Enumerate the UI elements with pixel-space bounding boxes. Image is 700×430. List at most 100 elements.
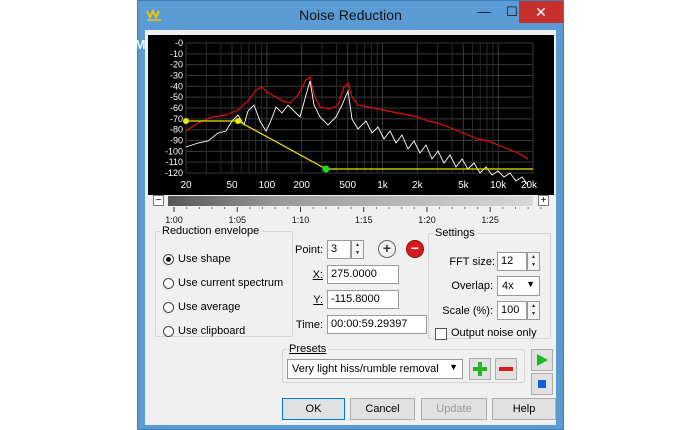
overlap-value: 4x bbox=[502, 280, 514, 292]
spectrum-svg[interactable]: -0-10-20-30-40-50-60-70-80-90-100-110-12… bbox=[148, 35, 554, 195]
ok-button[interactable]: OK bbox=[282, 398, 345, 420]
y-tick-label: -10 bbox=[170, 49, 183, 59]
chevron-down-icon: ▼ bbox=[449, 362, 458, 372]
y-tick-label: -0 bbox=[175, 38, 183, 48]
radio-use-current-spectrum[interactable]: Use current spectrum bbox=[163, 276, 283, 290]
spectrum-graph[interactable]: -0 -10 -20 -30 -40 -50 -60 -70 -80 -90 -100 -110 -12… bbox=[148, 35, 554, 195]
cancel-button[interactable]: Cancel bbox=[350, 398, 415, 420]
y-label: Y: bbox=[313, 294, 323, 306]
x-label: X: bbox=[312, 269, 323, 281]
timeline-tick-label: 1:15 bbox=[355, 215, 373, 225]
play-icon bbox=[537, 354, 548, 366]
close-button[interactable]: ✕ bbox=[519, 1, 563, 23]
timeline-ruler[interactable]: − ▼ + 1:001:051:101:151:201:25 bbox=[148, 195, 554, 229]
envelope-point[interactable] bbox=[235, 118, 241, 124]
watermark-subtitle: اولین دانشنامه نرم افزار ایران bbox=[18, 54, 131, 64]
radio-use-average[interactable]: Use average bbox=[163, 300, 240, 314]
reduction-envelope-legend: Reduction envelope bbox=[162, 225, 260, 237]
presets-value: Very light hiss/rumble removal bbox=[292, 363, 439, 375]
minimize-button[interactable]: — bbox=[469, 1, 499, 23]
radio-label: Use average bbox=[178, 301, 241, 313]
x-tick-label: 500 bbox=[339, 180, 356, 191]
x-tick-label: 50 bbox=[226, 180, 238, 191]
timeline-track[interactable] bbox=[168, 196, 533, 206]
radio-label: Use current spectrum bbox=[178, 277, 284, 289]
radio-dot[interactable] bbox=[163, 277, 174, 289]
timeline-tick-label: 1:20 bbox=[418, 215, 436, 225]
spectrum-y-ticks: -0-10-20-30-40-50-60-70-80-90-100-110-12… bbox=[165, 38, 183, 178]
dialog-client-area: -0 -10 -20 -30 -40 -50 -60 -70 -80 -90 -100 -110 -12… bbox=[145, 30, 556, 425]
scale-label: Scale (%): bbox=[442, 305, 493, 317]
settings-legend: Settings bbox=[435, 227, 475, 239]
fft-size-label: FFT size: bbox=[449, 256, 495, 268]
x-field[interactable]: 275.0000 bbox=[327, 265, 399, 284]
y-tick-label: -30 bbox=[170, 71, 183, 81]
y-tick-label: -90 bbox=[170, 136, 183, 146]
add-point-button[interactable]: + bbox=[378, 240, 396, 258]
radio-label: Use shape bbox=[178, 253, 231, 265]
overlap-label: Overlap: bbox=[451, 280, 493, 292]
remove-point-button[interactable]: − bbox=[406, 240, 424, 258]
output-noise-checkbox[interactable] bbox=[435, 328, 447, 340]
x-tick-label: 10k bbox=[490, 180, 507, 191]
remove-preset-button[interactable] bbox=[495, 358, 517, 380]
envelope-point[interactable] bbox=[183, 118, 189, 124]
point-label: Point: bbox=[295, 244, 324, 256]
y-tick-label: -120 bbox=[165, 168, 183, 178]
timeline-tick-label: 1:05 bbox=[228, 215, 246, 225]
radio-dot[interactable] bbox=[163, 325, 174, 337]
radio-dot[interactable] bbox=[163, 253, 174, 265]
point-spinner[interactable]: ▲ ▼ bbox=[351, 240, 364, 259]
x-tick-label: 100 bbox=[259, 180, 276, 191]
radio-use-shape[interactable]: Use shape bbox=[163, 252, 231, 266]
add-preset-button[interactable] bbox=[469, 358, 491, 380]
point-field[interactable]: 3 bbox=[327, 240, 351, 259]
time-label: Time: bbox=[295, 319, 323, 331]
overlap-select[interactable]: 4x ▼ bbox=[497, 276, 540, 296]
presets-select[interactable]: Very light hiss/rumble removal ▼ bbox=[287, 359, 463, 379]
time-field[interactable]: 00:00:59.29397 bbox=[327, 315, 427, 334]
envelope-point-selected[interactable] bbox=[322, 165, 330, 173]
y-tick-label: -110 bbox=[166, 157, 183, 167]
zoom-out-button[interactable]: − bbox=[153, 195, 164, 206]
y-field[interactable]: -115.8000 bbox=[327, 290, 399, 309]
radio-label: Use clipboard bbox=[178, 325, 246, 337]
update-button[interactable]: Update bbox=[421, 398, 487, 420]
presets-group: Presets Very light hiss/rumble removal ▼ bbox=[282, 343, 525, 383]
y-tick-label: -60 bbox=[170, 103, 183, 113]
scale-field[interactable]: 100 bbox=[497, 301, 527, 320]
y-tick-label: -40 bbox=[170, 81, 183, 91]
x-tick-label: 2k bbox=[412, 180, 424, 191]
timeline-tick-label: 1:00 bbox=[165, 215, 183, 225]
title-bar[interactable]: Noise Reduction — ☐ ✕ bbox=[138, 1, 563, 30]
x-tick-label: 5k bbox=[458, 180, 470, 191]
minus-icon bbox=[499, 367, 513, 371]
x-tick-label: 20k bbox=[521, 180, 538, 191]
radio-use-clipboard[interactable]: Use clipboard bbox=[163, 324, 245, 338]
spectrum-x-ticks: 20 50 100 200 500 1k 2k 5k 10k 20k bbox=[180, 180, 538, 191]
y-tick-label: -50 bbox=[170, 92, 183, 102]
stop-button[interactable] bbox=[531, 373, 553, 395]
chevron-down-icon: ▼ bbox=[526, 279, 535, 289]
x-tick-label: 1k bbox=[377, 180, 389, 191]
reduction-envelope-group: Reduction envelope Use shape Use current… bbox=[155, 225, 293, 337]
noise-reduction-window: Noise Reduction — ☐ ✕ -0 -10 -20 -30 -40 -50-… bbox=[137, 0, 564, 430]
presets-legend: Presets bbox=[289, 343, 327, 355]
watermark-logo: SOFTGOZAR.COM bbox=[18, 37, 147, 52]
y-tick-label: -20 bbox=[170, 60, 183, 70]
x-tick-label: 20 bbox=[180, 180, 192, 191]
fft-size-spinner[interactable]: ▲ ▼ bbox=[527, 252, 540, 271]
radio-dot[interactable] bbox=[163, 301, 174, 313]
timeline-tick-label: 1:10 bbox=[292, 215, 310, 225]
scale-spinner[interactable]: ▲ ▼ bbox=[527, 301, 540, 320]
x-tick-label: 200 bbox=[293, 180, 310, 191]
plus-icon bbox=[473, 362, 487, 376]
y-tick-label: -70 bbox=[170, 114, 183, 124]
help-button[interactable]: Help bbox=[492, 398, 556, 420]
y-tick-label: -100 bbox=[165, 146, 183, 156]
stop-icon bbox=[538, 380, 546, 388]
spectrum-grid bbox=[185, 42, 534, 174]
zoom-in-button[interactable]: + bbox=[538, 195, 549, 206]
play-button[interactable] bbox=[531, 349, 553, 371]
fft-size-field[interactable]: 12 bbox=[497, 252, 527, 271]
